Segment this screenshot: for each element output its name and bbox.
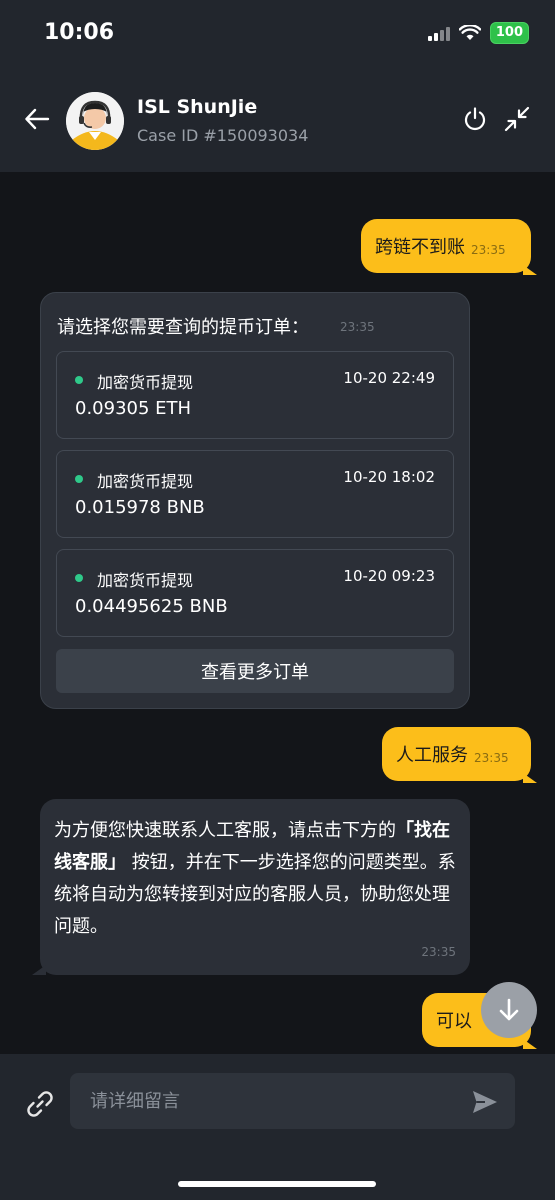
order-amount: 0.04495625 BNB bbox=[75, 596, 228, 617]
minimize-icon[interactable] bbox=[503, 105, 531, 133]
status-bar: 10:06 100 bbox=[0, 0, 555, 72]
message-text: 可以 bbox=[436, 1011, 472, 1032]
status-dot bbox=[75, 475, 83, 483]
bubble-tail bbox=[523, 773, 537, 783]
bubble-tail bbox=[523, 265, 537, 275]
order-date: 10-20 09:23 bbox=[343, 567, 435, 585]
incoming-message: 为方便您快速联系人工客服，请点击下方的「找在线客服」 按钮，并在下一步选择您的问… bbox=[40, 799, 470, 975]
scroll-to-bottom-button[interactable] bbox=[481, 982, 537, 1038]
arrow-down-icon bbox=[499, 998, 519, 1021]
order-amount: 0.015978 BNB bbox=[75, 497, 205, 518]
message-time: 23:35 bbox=[421, 945, 456, 959]
order-amount: 0.09305 ETH bbox=[75, 398, 192, 419]
case-id: Case ID #150093034 bbox=[137, 126, 309, 145]
order-type: 加密货币提现 bbox=[97, 472, 194, 491]
back-arrow-icon[interactable] bbox=[22, 104, 52, 134]
power-icon[interactable] bbox=[461, 105, 489, 133]
order-item[interactable]: 加密货币提现 10-20 18:02 0.015978 BNB bbox=[56, 450, 454, 538]
status-dot bbox=[75, 376, 83, 384]
send-icon[interactable] bbox=[470, 1087, 500, 1117]
order-item[interactable]: 加密货币提现 10-20 09:23 0.04495625 BNB bbox=[56, 549, 454, 637]
status-icons: 100 bbox=[427, 22, 529, 44]
order-item[interactable]: 加密货币提现 10-20 22:49 0.09305 ETH bbox=[56, 351, 454, 439]
avatar bbox=[66, 92, 124, 150]
message-time: 23:35 bbox=[340, 320, 375, 334]
outgoing-message: 人工服务 23:35 bbox=[382, 727, 531, 781]
message-time: 23:35 bbox=[474, 751, 509, 765]
input-bar bbox=[0, 1054, 555, 1200]
attach-link-icon[interactable] bbox=[24, 1088, 56, 1120]
bubble-tail bbox=[32, 965, 46, 975]
order-date: 10-20 18:02 bbox=[343, 468, 435, 486]
bubble-tail bbox=[523, 1039, 537, 1049]
message-text: 人工服务 bbox=[396, 745, 468, 766]
battery-icon: 100 bbox=[489, 22, 529, 44]
message-input[interactable] bbox=[70, 1073, 515, 1129]
home-indicator bbox=[178, 1181, 376, 1187]
message-text: 为方便您快速联系人工客服，请点击下方的「找在线客服」 按钮，并在下一步选择您的问… bbox=[54, 820, 456, 937]
message-time: 23:35 bbox=[471, 243, 506, 257]
order-type: 加密货币提现 bbox=[97, 571, 194, 590]
view-more-orders-button[interactable]: 查看更多订单 bbox=[56, 649, 454, 693]
agent-name: ISL ShunJie bbox=[137, 96, 258, 118]
order-select-card: 请选择您需要查询的提币订单： 23:35 加密货币提现 10-20 22:49 … bbox=[40, 292, 470, 709]
status-dot bbox=[75, 574, 83, 582]
card-title: 请选择您需要查询的提币订单： bbox=[57, 317, 309, 338]
signal-icon bbox=[427, 25, 450, 41]
order-date: 10-20 22:49 bbox=[343, 369, 435, 387]
order-type: 加密货币提现 bbox=[97, 373, 194, 392]
chat-header: ISL ShunJie Case ID #150093034 bbox=[0, 72, 555, 172]
status-time: 10:06 bbox=[44, 20, 115, 45]
wifi-icon bbox=[458, 25, 481, 40]
message-text: 跨链不到账 bbox=[375, 237, 465, 258]
outgoing-message: 跨链不到账 23:35 bbox=[361, 219, 531, 273]
chat-area[interactable]: 跨链不到账 23:35 请选择您需要查询的提币订单： 23:35 加密货币提现 … bbox=[0, 172, 555, 1054]
